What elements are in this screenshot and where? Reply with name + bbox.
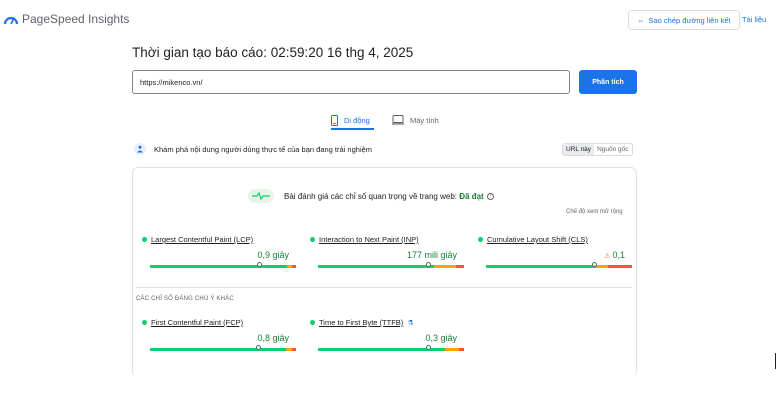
metric-inp-label[interactable]: Interaction to Next Paint (INP) xyxy=(319,235,419,244)
metric-lcp-label[interactable]: Largest Contentful Paint (LCP) xyxy=(151,235,253,244)
metric-ttfb-label[interactable]: Time to First Byte (TTFB) xyxy=(319,318,403,327)
text-cursor xyxy=(775,353,776,369)
metric-cls-value-text: 0,1 xyxy=(612,250,625,260)
metric-ttfb-marker xyxy=(426,345,431,350)
cwv-assessment: Bài đánh giá các chỉ số quan trọng về tr… xyxy=(248,189,494,203)
metric-lcp-value: 0,9 giây xyxy=(257,250,289,260)
report-time-title: Thời gian tạo báo cáo: 02:59:20 16 thg 4… xyxy=(132,45,414,60)
url-origin-toggle: URL này Nguồn gốc xyxy=(562,143,633,156)
toggle-this-url[interactable]: URL này xyxy=(563,144,595,155)
link-icon: ⇔ xyxy=(637,15,645,25)
status-dot-good xyxy=(142,237,147,242)
assessment-status: Đã đạt xyxy=(459,191,484,201)
metric-lcp-distribution-bar xyxy=(150,265,296,268)
desktop-icon xyxy=(392,115,404,125)
status-dot-good xyxy=(310,237,315,242)
tab-desktop-label: Máy tính xyxy=(410,115,439,125)
metric-inp-header: Interaction to Next Paint (INP) xyxy=(310,235,419,244)
assessment-text: Bài đánh giá các chỉ số quan trọng về tr… xyxy=(284,192,494,201)
section-divider xyxy=(136,287,632,288)
vitals-pulse-icon xyxy=(248,189,274,203)
tab-mobile[interactable]: Di động xyxy=(331,110,370,130)
copy-link-label: Sao chép đường liên kết xyxy=(648,15,731,25)
metric-cls-header: Cumulative Layout Shift (CLS) xyxy=(478,235,588,244)
crux-header: Khám phá nội dung người dùng thực tế của… xyxy=(134,143,372,155)
copy-link-button[interactable]: ⇔ Sao chép đường liên kết xyxy=(628,10,740,30)
status-dot-good xyxy=(310,320,315,325)
users-icon xyxy=(134,143,146,155)
pagespeed-logo[interactable]: PageSpeed Insights xyxy=(4,12,129,26)
metric-inp-marker xyxy=(426,262,431,267)
mobile-icon xyxy=(331,114,338,126)
tab-desktop[interactable]: Máy tính xyxy=(392,110,439,130)
other-metrics-title: CÁC CHỈ SỐ ĐÁNG CHÚ Ý KHÁC xyxy=(136,296,234,302)
metric-cls-distribution-bar xyxy=(486,265,632,268)
metric-fcp-value: 0,8 giây xyxy=(257,333,289,343)
metric-cls-marker xyxy=(592,262,597,267)
metric-cls-label[interactable]: Cumulative Layout Shift (CLS) xyxy=(487,235,588,244)
metric-inp-value: 177 mili giây xyxy=(406,250,457,260)
analyze-button[interactable]: Phân tích xyxy=(579,70,637,94)
metric-inp-distribution-bar xyxy=(318,265,464,268)
metric-fcp-label[interactable]: First Contentful Paint (FCP) xyxy=(151,318,243,327)
metric-ttfb-header: Time to First Byte (TTFB) ⚗ xyxy=(310,318,414,327)
experimental-flask-icon[interactable]: ⚗ xyxy=(407,319,413,327)
metric-ttfb-distribution-bar xyxy=(318,348,464,351)
metric-fcp-header: First Contentful Paint (FCP) xyxy=(142,318,243,327)
pagespeed-logo-icon xyxy=(4,16,18,25)
docs-link[interactable]: Tài liệu xyxy=(742,15,766,24)
crux-description: Khám phá nội dung người dùng thực tế của… xyxy=(154,144,373,154)
status-dot-good xyxy=(142,320,147,325)
info-icon[interactable]: ? xyxy=(486,192,494,200)
top-bar: PageSpeed Insights ⇔ Sao chép đường liên… xyxy=(0,0,778,38)
status-dot-good xyxy=(478,237,483,242)
url-input[interactable] xyxy=(132,70,570,94)
expanded-view-link[interactable]: Chế độ xem mở rộng xyxy=(566,209,623,215)
warning-icon: ⚠ xyxy=(604,253,611,260)
metric-cls-value: ⚠ 0,1 xyxy=(604,250,625,260)
metric-lcp-marker xyxy=(257,262,262,267)
metric-fcp-distribution-bar xyxy=(150,348,296,351)
metric-lcp-header: Largest Contentful Paint (LCP) xyxy=(142,235,253,244)
metric-ttfb-value: 0,3 giây xyxy=(425,333,457,343)
metric-fcp-marker xyxy=(256,345,261,350)
toggle-origin[interactable]: Nguồn gốc xyxy=(594,144,632,155)
tab-mobile-label: Di động xyxy=(344,115,370,125)
assessment-prefix: Bài đánh giá các chỉ số quan trọng về tr… xyxy=(284,191,460,201)
logo-text: PageSpeed Insights xyxy=(22,12,130,26)
tab-active-indicator xyxy=(331,128,374,130)
